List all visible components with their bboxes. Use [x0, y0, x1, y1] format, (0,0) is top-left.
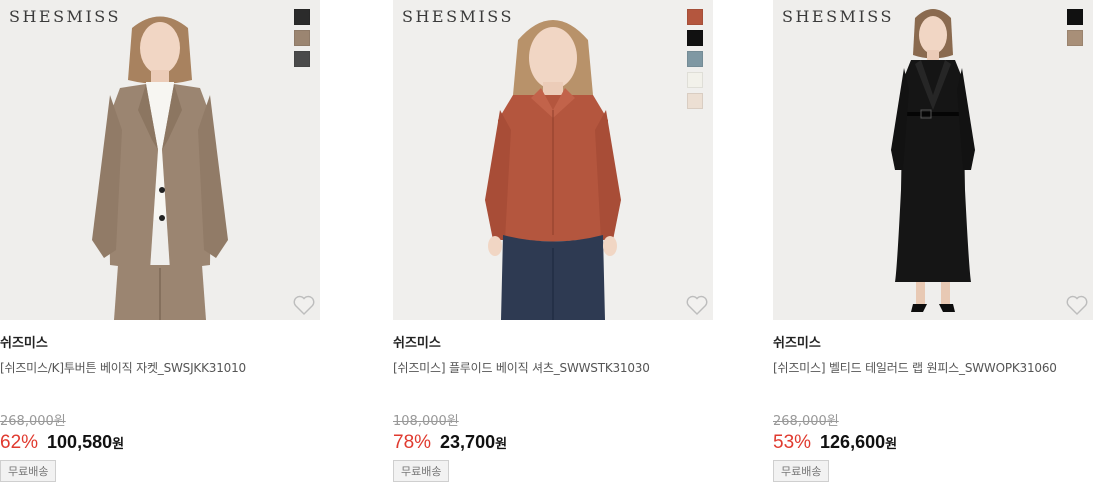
sale-price: 126,600 [820, 432, 886, 452]
product-name[interactable]: [쉬즈미스] 벨티드 테일러드 랩 원피스_SWWOPK31060 [773, 359, 1093, 376]
brand-logo: SHESMISS [9, 7, 121, 26]
color-swatch[interactable] [687, 93, 703, 109]
product-image[interactable]: SHESMISS [773, 0, 1093, 320]
color-swatches [1067, 9, 1083, 46]
brand-name[interactable]: 쉬즈미스 [773, 332, 1093, 351]
original-price: 268,000원 [0, 414, 66, 429]
color-swatch[interactable] [687, 51, 703, 67]
brand-logo: SHESMISS [782, 7, 894, 26]
discount-rate: 62% [0, 432, 39, 453]
product-image[interactable]: SHESMISS [393, 0, 713, 320]
heart-outline-icon[interactable] [685, 294, 709, 316]
product-card[interactable]: SHESMISS 쉬즈미스 [쉬즈미스/K]투버튼 베이직 자켓_SWSJKK3… [0, 0, 320, 482]
brand-name[interactable]: 쉬즈미스 [0, 332, 320, 351]
original-price: 268,000원 [773, 414, 839, 429]
original-price: 108,000원 [393, 414, 459, 429]
brand-name[interactable]: 쉬즈미스 [393, 332, 713, 351]
price-row: 53% 126,600 원 [773, 432, 1093, 454]
currency-unit: 원 [112, 437, 125, 452]
heart-outline-icon[interactable] [1065, 294, 1089, 316]
color-swatch[interactable] [687, 72, 703, 88]
heart-outline-icon[interactable] [292, 294, 316, 316]
currency-unit: 원 [495, 437, 508, 452]
color-swatch[interactable] [1067, 30, 1083, 46]
color-swatch[interactable] [687, 30, 703, 46]
price-row: 62% 100,580 원 [0, 432, 320, 454]
brand-logo: SHESMISS [402, 7, 514, 26]
model-photo-jacket [0, 0, 320, 320]
free-shipping-badge: 무료배송 [773, 460, 830, 482]
sale-price: 100,580 [47, 432, 113, 452]
model-photo-shirt [393, 0, 713, 320]
free-shipping-badge: 무료배송 [0, 460, 57, 482]
color-swatches [294, 9, 310, 67]
product-image[interactable]: SHESMISS [0, 0, 320, 320]
product-name[interactable]: [쉬즈미스/K]투버튼 베이직 자켓_SWSJKK31010 [0, 359, 320, 376]
product-card[interactable]: SHESMISS 쉬즈미스 [쉬즈미스] 플루이드 베이직 셔츠_SWWSTK3… [393, 0, 713, 482]
color-swatch[interactable] [294, 9, 310, 25]
color-swatch[interactable] [1067, 9, 1083, 25]
discount-rate: 53% [773, 432, 812, 453]
discount-rate: 78% [393, 432, 432, 453]
color-swatch[interactable] [687, 9, 703, 25]
color-swatches [687, 9, 703, 109]
color-swatch[interactable] [294, 51, 310, 67]
price-row: 78% 23,700 원 [393, 432, 713, 454]
color-swatch[interactable] [294, 30, 310, 46]
product-name[interactable]: [쉬즈미스] 플루이드 베이직 셔츠_SWWSTK31030 [393, 359, 713, 376]
sale-price: 23,700 [440, 432, 496, 452]
model-photo-dress [773, 0, 1093, 320]
product-card[interactable]: SHESMISS 쉬즈미스 [쉬즈미스] 벨티드 테일러드 랩 원피스_SWWO… [773, 0, 1093, 482]
free-shipping-badge: 무료배송 [393, 460, 450, 482]
currency-unit: 원 [885, 437, 898, 452]
